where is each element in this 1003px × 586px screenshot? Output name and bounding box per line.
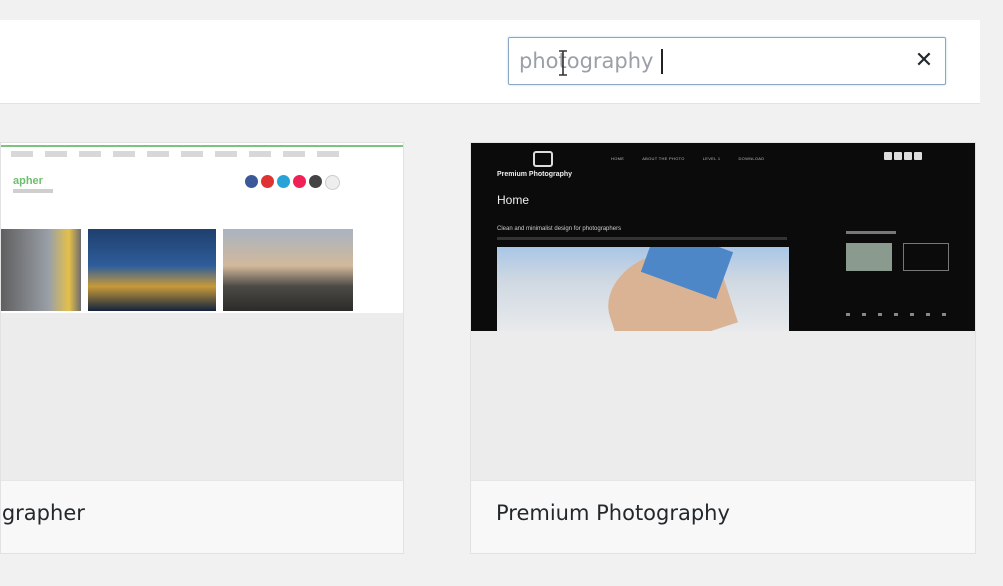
photo-sunset-coast (223, 229, 353, 311)
social-icons (884, 152, 922, 160)
theme-preview-image: Premium Photography HOME ABOUT THE PHOTO… (471, 143, 975, 331)
preview-brand: apher (13, 175, 43, 187)
preview-nav: HOME ABOUT THE PHOTO LEVEL 1 DOWNLOAD (611, 156, 764, 161)
preview-post-title: Clean and minimalist design for photogra… (497, 226, 622, 232)
camera-icon (533, 151, 553, 167)
photo-night-skyline (88, 229, 216, 311)
theme-screenshot[interactable]: Premium Photography HOME ABOUT THE PHOTO… (471, 143, 975, 483)
preview-nav-item: ABOUT THE PHOTO (642, 156, 685, 161)
preview-brand: Premium Photography (497, 171, 573, 178)
flickr-icon (325, 175, 340, 190)
text-cursor-icon (559, 50, 567, 76)
theme-card-footer: ographer (1, 480, 403, 553)
social-icons (245, 175, 340, 190)
theme-card[interactable]: apher ographer (0, 142, 404, 554)
preview-nav-item: DOWNLOAD (738, 156, 765, 161)
instagram-icon (309, 175, 322, 188)
google-icon (904, 152, 912, 160)
theme-name: ographer (1, 501, 85, 525)
theme-card-footer: Premium Photography (471, 480, 975, 553)
preview-sidebar-box (903, 243, 949, 271)
theme-search-bar: ✕ (0, 20, 980, 104)
facebook-icon (884, 152, 892, 160)
close-icon[interactable]: ✕ (911, 47, 937, 73)
twitter-icon (894, 152, 902, 160)
preview-tagline (13, 189, 53, 193)
facebook-icon (245, 175, 258, 188)
text-caret (661, 49, 663, 74)
preview-sidebar-thumb (846, 243, 892, 271)
theme-screenshot[interactable]: apher (1, 143, 403, 483)
preview-post-meta (497, 237, 787, 240)
theme-card[interactable]: Premium Photography HOME ABOUT THE PHOTO… (470, 142, 976, 554)
accent-line (1, 145, 403, 147)
preview-page-heading: Home (497, 193, 530, 207)
photo-city-street (1, 229, 81, 311)
preview-sidebar (846, 231, 896, 242)
pinterest-icon (261, 175, 274, 188)
preview-nav-item: LEVEL 1 (702, 156, 721, 161)
theme-name: Premium Photography (496, 501, 730, 525)
rss-icon (914, 152, 922, 160)
preview-nav-item: HOME (611, 156, 625, 161)
search-box[interactable]: ✕ (508, 37, 946, 85)
theme-preview-image: apher (1, 143, 403, 313)
twitter-icon (277, 175, 290, 188)
preview-calendar (846, 313, 946, 316)
preview-menu (11, 151, 341, 157)
google-icon (293, 175, 306, 188)
preview-post-image (497, 247, 789, 331)
